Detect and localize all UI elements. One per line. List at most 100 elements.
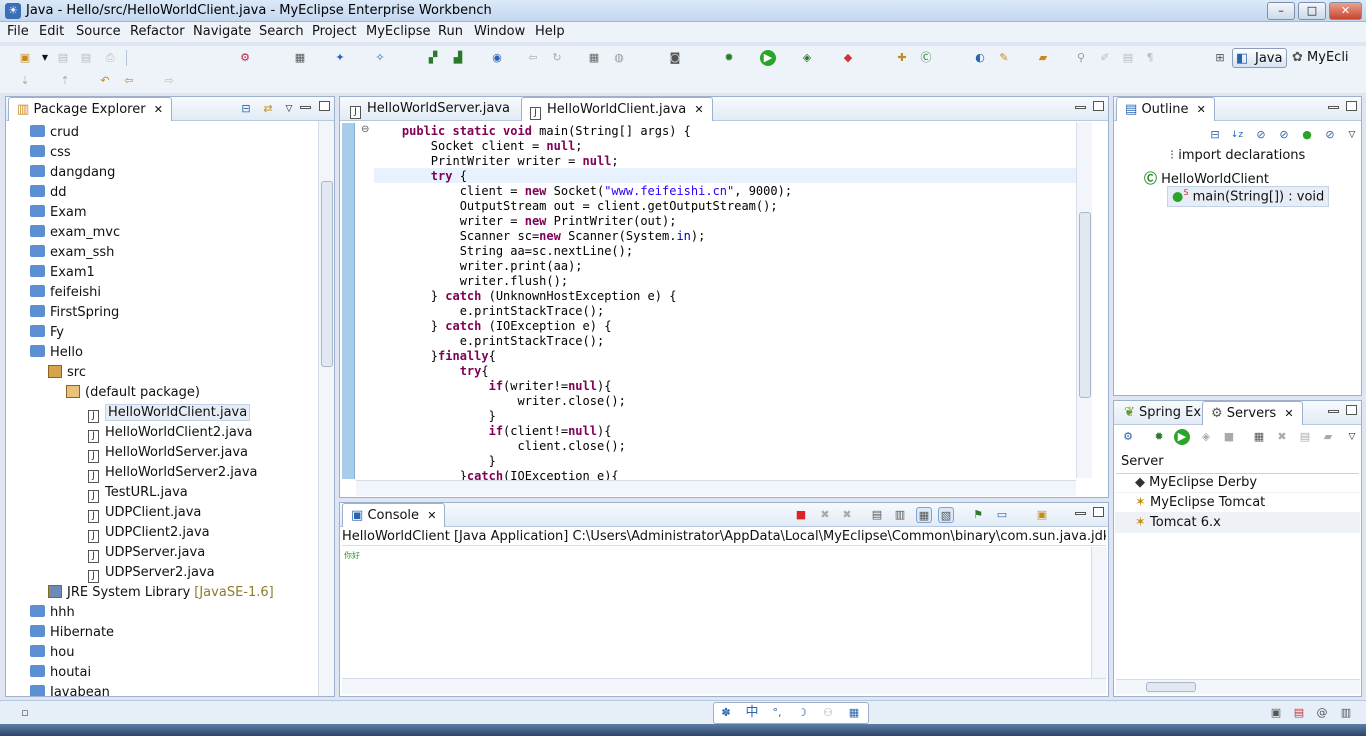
camera-icon[interactable]: ◙ [667,50,683,66]
close-button[interactable]: ✕ [1329,2,1362,20]
forward-nav-icon[interactable]: ⇨ [161,73,177,89]
close-tab-icon[interactable]: ✕ [1284,407,1293,420]
hide-nonpublic-icon[interactable]: ● [1299,127,1315,143]
deploy-icon[interactable]: ⚙ [237,50,253,66]
pen-icon[interactable]: ✎ [996,50,1012,66]
pin-console-icon[interactable]: ⚑ [970,507,986,523]
scroll-thumb[interactable] [1146,682,1196,692]
browser-icon[interactable]: ◍ [611,50,627,66]
java-file-item[interactable]: J HelloWorldClient.java [88,403,251,423]
view-menu-icon[interactable]: ▽ [281,101,297,117]
open-resource-icon[interactable]: ◐ [972,50,988,66]
show-on-output-icon[interactable]: ▦ [916,507,932,523]
prev-annotation-icon[interactable]: ⇡ [57,73,73,89]
fold-icon[interactable]: ⊖ [361,124,369,135]
outline-imports[interactable]: ⁝ import declarations [1170,148,1305,163]
tray-icon-1[interactable]: ▣ [1268,705,1284,721]
project-item[interactable]: css [30,143,71,163]
servers-hscrollbar[interactable] [1116,679,1360,694]
server-publish-icon[interactable]: ▦ [1251,429,1267,445]
menu-refactor[interactable]: Refactor [130,24,185,39]
default-package[interactable]: (default package) [66,383,200,403]
back-icon[interactable]: ⇦ [525,50,541,66]
menu-file[interactable]: File [7,24,29,39]
project-item[interactable]: Exam [30,203,87,223]
menu-source[interactable]: Source [76,24,121,39]
server-copy-icon[interactable]: ▤ [1297,429,1313,445]
java-file-item[interactable]: J HelloWorldClient2.java [88,423,252,443]
servers-view-menu-icon[interactable]: ▽ [1344,429,1360,445]
globe-icon[interactable]: ◉ [489,50,505,66]
doc-icon[interactable]: ▤ [1120,50,1136,66]
tab-spring-explorer[interactable]: ❦ Spring Ex [1116,401,1209,425]
maximize-console-icon[interactable] [1093,507,1104,517]
src-folder[interactable]: src [48,363,86,383]
menu-help[interactable]: Help [535,24,565,39]
java-file-item[interactable]: J HelloWorldServer2.java [88,463,257,483]
terminate-icon[interactable]: ■ [793,507,809,523]
menu-edit[interactable]: Edit [39,24,64,39]
hide-fields-icon[interactable]: ⊘ [1253,127,1269,143]
project-item[interactable]: dd [30,183,67,203]
menu-myeclipse[interactable]: MyEclipse [366,24,431,39]
run-external-icon[interactable]: ◈ [799,50,815,66]
maximize-servers-icon[interactable] [1346,405,1357,415]
project-item[interactable]: feifeishi [30,283,101,303]
maximize-button[interactable]: □ [1298,2,1326,20]
scroll-lock-icon[interactable]: ▥ [892,507,908,523]
folder-open-icon[interactable]: ▰ [1035,50,1051,66]
package-explorer-scrollbar[interactable] [318,121,334,696]
java-file-item[interactable]: J HelloWorldServer.java [88,443,248,463]
open-perspective-icon[interactable]: ⊞ [1212,50,1228,66]
project-item[interactable]: dangdang [30,163,115,183]
maximize-view-icon[interactable] [319,101,330,111]
close-tab-icon[interactable]: ✕ [427,509,436,522]
minimize-outline-icon[interactable] [1328,106,1339,109]
menu-search[interactable]: Search [259,24,304,39]
debug-icon[interactable]: ✹ [721,50,737,66]
project-item[interactable]: Hibernate [30,623,114,643]
tray-icon-2[interactable]: ▤ [1291,705,1307,721]
editor-hscrollbar[interactable] [356,480,1076,496]
outline-method[interactable]: ●S main(String[]) : void [1167,186,1330,207]
back-nav-icon[interactable]: ⇦ [121,73,137,89]
dropdown-arrow-icon[interactable]: ▼ [37,50,53,66]
project-item[interactable]: hhh [30,603,75,623]
web-wizard-icon[interactable]: ✧ [372,50,388,66]
server-profile-icon[interactable]: ◈ [1198,429,1214,445]
project-item[interactable]: houtai [30,663,91,683]
wizard-icon[interactable]: ✦ [332,50,348,66]
server-row-derby[interactable]: ◆ MyEclipse Derby [1115,473,1360,493]
coverage-icon[interactable]: ◆ [840,50,856,66]
package-icon[interactable]: ▞ [425,50,441,66]
tab-helloworldserver[interactable]: J HelloWorldServer.java [342,97,518,121]
tab-outline[interactable]: ▤ Outline ✕ [1116,97,1215,121]
minimize-console-icon[interactable] [1075,512,1086,515]
run-icon[interactable]: ▶ [760,50,776,66]
java-file-item[interactable]: J UDPClient.java [88,503,201,523]
save-icon[interactable]: ▤ [55,50,71,66]
remove-launch-icon[interactable]: ✖ [817,507,833,523]
server-stop-icon[interactable]: ■ [1221,429,1237,445]
scroll-thumb[interactable] [321,181,333,367]
server-row-tomcat6[interactable]: ✶ Tomcat 6.x [1115,513,1360,533]
java-file-item[interactable]: J UDPClient2.java [88,523,210,543]
show-on-error-icon[interactable]: ▧ [938,507,954,523]
menu-window[interactable]: Window [474,24,525,39]
project-item[interactable]: crud [30,123,79,143]
project-item[interactable]: Exam1 [30,263,95,283]
sort-icon[interactable]: ↓z [1229,127,1245,143]
clear-console-icon[interactable]: ▤ [869,507,885,523]
server-start-icon[interactable]: ▶ [1174,429,1190,445]
project-item[interactable]: Hello [30,343,83,363]
project-item[interactable]: FirstSpring [30,303,119,323]
half-width-icon[interactable]: ☽ [794,705,810,721]
save-all-icon[interactable]: ▤ [78,50,94,66]
next-annotation-icon[interactable]: ⇣ [17,73,33,89]
close-tab-icon[interactable]: ✕ [1197,103,1206,116]
display-console-icon[interactable]: ▭ [994,507,1010,523]
project-item[interactable]: exam_ssh [30,243,114,263]
server-config-icon[interactable]: ⚙ [1120,429,1136,445]
java-file-item[interactable]: J TestURL.java [88,483,188,503]
outline-class[interactable]: Ⓒ HelloWorldClient [1144,168,1269,187]
